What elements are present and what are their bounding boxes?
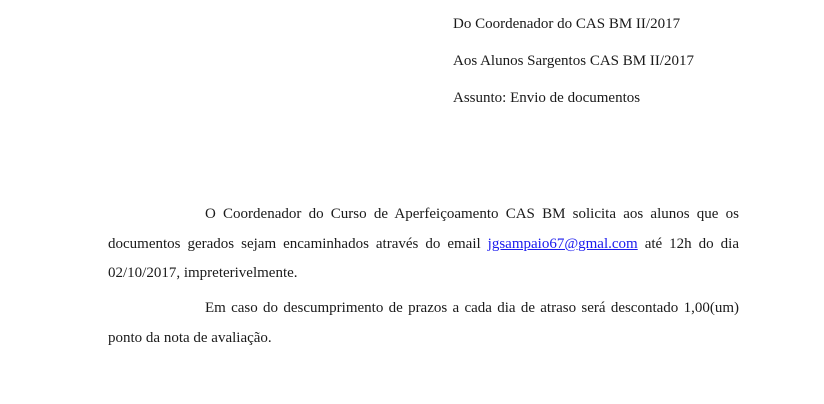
memo-from: Do Coordenador do CAS BM II/2017 [453,16,681,32]
memo-to: Aos Alunos Sargentos CAS BM II/2017 [453,53,694,69]
email-link[interactable]: jgsampaio67@gmal.com [488,236,638,252]
paragraph-1: O Coordenador do Curso de Aperfeiçoament… [108,200,739,289]
memo-header: Do Coordenador do CAS BM II/2017 Aos Alu… [453,14,694,125]
paragraph-2: Em caso do descumprimento de prazos a ca… [108,300,739,346]
memo-body-paragraph-1: O Coordenador do Curso de Aperfeiçoament… [108,200,739,289]
memo-body-paragraph-2: Em caso do descumprimento de prazos a ca… [108,294,739,353]
memo-subject: Assunto: Envio de documentos [453,90,641,106]
